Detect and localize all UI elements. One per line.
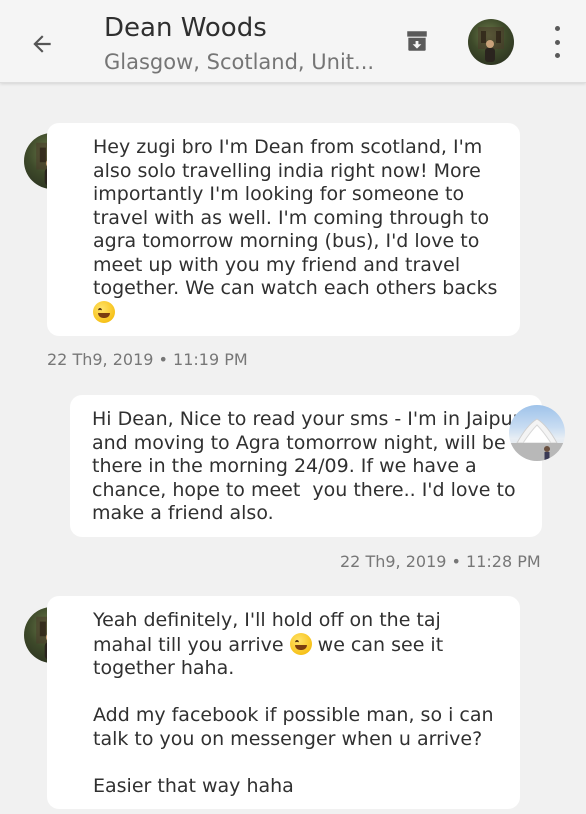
message-timestamp: 22 Th9, 2019 • 11:28 PM [340, 552, 541, 571]
message-body: Hey zugi bro I'm Dean from scotland, I'm… [93, 136, 498, 299]
conversation-header: Dean Woods Glasgow, Scotland, Unit... [0, 0, 586, 83]
my-avatar[interactable] [509, 405, 565, 461]
message-body: we can see it together haha. Add my face… [93, 633, 494, 797]
contact-location: Glasgow, Scotland, Unit... [104, 50, 375, 74]
message-bubble[interactable]: Hi Dean, Nice to read your sms - I'm in … [70, 395, 542, 537]
message-timestamp: 22 Th9, 2019 • 11:19 PM [47, 350, 248, 369]
more-dot [554, 53, 560, 58]
archive-icon[interactable] [403, 27, 431, 55]
more-dot [554, 39, 560, 45]
laughing-emoji-icon [93, 300, 115, 323]
message-bubble[interactable]: Hey zugi bro I'm Dean from scotland, I'm… [47, 123, 520, 336]
contact-title[interactable]: Dean Woods Glasgow, Scotland, Unit... [104, 12, 394, 76]
more-dot [554, 26, 560, 31]
message-text: Yeah definitely, I'll hold off on the ta… [93, 609, 502, 798]
message-text: Hi Dean, Nice to read your sms - I'm in … [92, 408, 521, 524]
winking-emoji-icon [289, 632, 312, 655]
message-text: Hey zugi bro I'm Dean from scotland, I'm… [93, 136, 502, 325]
contact-name: Dean Woods [104, 13, 267, 43]
message-bubble[interactable]: Yeah definitely, I'll hold off on the ta… [47, 596, 520, 809]
back-arrow-icon[interactable] [22, 24, 62, 64]
contact-avatar[interactable] [468, 19, 514, 65]
more-options-icon[interactable] [548, 26, 566, 58]
